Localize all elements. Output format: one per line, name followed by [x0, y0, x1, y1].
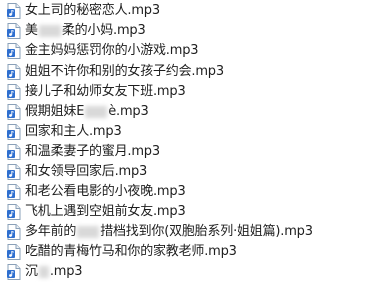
file-row[interactable]: 和温柔妻子的蜜月.mp3 — [0, 142, 380, 162]
file-row[interactable]: 姐姐不许你和别的女孩子约会.mp3 — [0, 62, 380, 82]
file-name: 回家和主人.mp3 — [25, 124, 122, 139]
file-name: 金主妈妈惩罚你的小游戏.mp3 — [25, 43, 199, 58]
mp3-file-icon — [7, 244, 21, 260]
file-name: 女上司的秘密恋人.mp3 — [25, 3, 160, 18]
file-row[interactable]: 假期姐妹Ε è.mp3 — [0, 102, 380, 122]
mp3-file-icon — [7, 124, 21, 140]
file-name: 沉 .mp3 — [25, 264, 83, 279]
mp3-file-icon — [7, 224, 21, 240]
file-name: 飞机上遇到空姐前女友.mp3 — [25, 204, 186, 219]
file-name: 和老公看电影的小夜晚.mp3 — [25, 184, 186, 199]
file-list: 女上司的秘密恋人.mp3 美柔的小妈.mp3 金主妈妈惩罚你的小游戏.mp3 姐… — [0, 0, 380, 282]
file-row[interactable]: 吃醋的青梅竹马和你的家教老师.mp3 — [0, 242, 380, 262]
file-row[interactable]: 和女领导回家后.mp3 — [0, 162, 380, 182]
file-name: 姐姐不许你和别的女孩子约会.mp3 — [25, 64, 224, 79]
file-row[interactable]: 和老公看电影的小夜晚.mp3 — [0, 182, 380, 202]
mp3-file-icon — [7, 204, 21, 220]
redaction-blur — [85, 105, 108, 118]
file-name: 美柔的小妈.mp3 — [25, 23, 146, 38]
mp3-file-icon — [7, 184, 21, 200]
mp3-file-icon — [7, 3, 21, 19]
mp3-file-icon — [7, 144, 21, 160]
mp3-file-icon — [7, 64, 21, 80]
file-row[interactable]: 多年前的 措档找到你(双胞胎系列·姐姐篇).mp3 — [0, 222, 380, 242]
file-name: 假期姐妹Ε è.mp3 — [25, 104, 149, 119]
file-row[interactable]: 沉 .mp3 — [0, 262, 380, 282]
file-name: 接儿子和幼师女友下班.mp3 — [25, 84, 186, 99]
file-row[interactable]: 接儿子和幼师女友下班.mp3 — [0, 82, 380, 102]
redaction-blur — [77, 225, 100, 238]
file-name: 吃醋的青梅竹马和你的家教老师.mp3 — [25, 244, 237, 259]
redaction-blur — [38, 265, 49, 278]
mp3-file-icon — [7, 84, 21, 100]
mp3-file-icon — [7, 23, 21, 39]
redaction-blur — [38, 24, 61, 37]
file-name: 多年前的 措档找到你(双胞胎系列·姐姐篇).mp3 — [25, 224, 313, 239]
file-row[interactable]: 金主妈妈惩罚你的小游戏.mp3 — [0, 41, 380, 61]
mp3-file-icon — [7, 164, 21, 180]
mp3-file-icon — [7, 43, 21, 59]
file-name: 和女领导回家后.mp3 — [25, 164, 148, 179]
mp3-file-icon — [7, 264, 21, 280]
file-row[interactable]: 女上司的秘密恋人.mp3 — [0, 1, 380, 21]
file-row[interactable]: 美柔的小妈.mp3 — [0, 21, 380, 41]
file-row[interactable]: 飞机上遇到空姐前女友.mp3 — [0, 202, 380, 222]
file-row[interactable]: 回家和主人.mp3 — [0, 122, 380, 142]
file-name: 和温柔妻子的蜜月.mp3 — [25, 144, 160, 159]
mp3-file-icon — [7, 104, 21, 120]
